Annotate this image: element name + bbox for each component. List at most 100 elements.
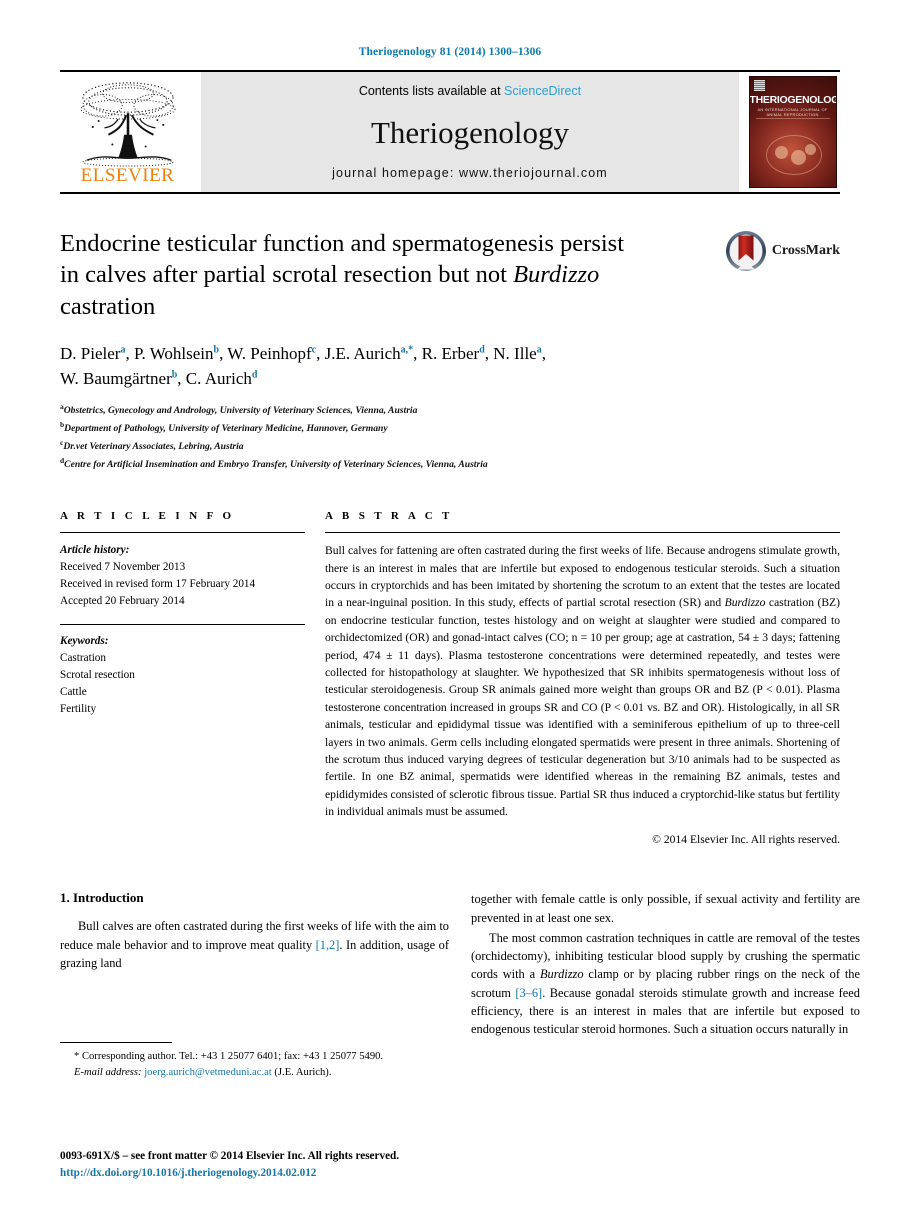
email-owner: (J.E. Aurich). bbox=[274, 1066, 332, 1078]
author-name: D. Pieler bbox=[60, 344, 121, 364]
abstract-part-2: castration (BZ) on endocrine testicular … bbox=[325, 596, 841, 819]
doi-link[interactable]: http://dx.doi.org/10.1016/j.theriogenolo… bbox=[60, 1165, 480, 1182]
abstract-column: A B S T R A C T Bull calves for fattenin… bbox=[325, 510, 840, 846]
article-page: Theriogenology 81 (2014) 1300–1306 ELSEV… bbox=[0, 0, 900, 1230]
footnote-email-line: E-mail address: joerg.aurich@vetmeduni.a… bbox=[60, 1065, 449, 1081]
info-abstract-row: A R T I C L E I N F O Article history: R… bbox=[60, 510, 840, 846]
journal-homepage-link[interactable]: journal homepage: www.theriojournal.com bbox=[332, 166, 608, 180]
author-name: R. Erber bbox=[421, 344, 480, 364]
affiliation-text: Dr.vet Veterinary Associates, Lebring, A… bbox=[63, 440, 244, 452]
history-item: Accepted 20 February 2014 bbox=[60, 595, 185, 608]
author-item: P. Wohlseinb bbox=[134, 344, 219, 363]
section-heading-introduction: 1. Introduction bbox=[60, 890, 144, 906]
cover-cell-illustration bbox=[765, 135, 822, 175]
abstract-text: Bull calves for fattening are often cast… bbox=[325, 542, 840, 820]
contents-available-line: Contents lists available at ScienceDirec… bbox=[359, 84, 581, 98]
author-sep: , bbox=[125, 344, 134, 364]
body-column-left: 1. Introduction Bull calves are often ca… bbox=[60, 890, 449, 1040]
crossmark-badge[interactable]: CrossMark bbox=[725, 230, 840, 272]
affiliation-list: aObstetrics, Gynecology and Andrology, U… bbox=[60, 401, 840, 472]
title-line-2-italic: Burdizzo bbox=[513, 261, 600, 289]
affiliation-text: Obstetrics, Gynecology and Andrology, Un… bbox=[63, 405, 418, 417]
author-sep: , bbox=[177, 368, 186, 388]
elsevier-wordmark: ELSEVIER bbox=[80, 165, 175, 186]
author-name: C. Aurich bbox=[185, 368, 252, 388]
author-affil-mark: a,* bbox=[400, 344, 414, 356]
keyword-item: Cattle bbox=[60, 686, 87, 699]
author-sep: , bbox=[541, 344, 546, 364]
author-name: J.E. Aurich bbox=[324, 344, 401, 364]
author-item: R. Erberd bbox=[422, 344, 485, 363]
page-footer: 0093-691X/$ – see front matter © 2014 El… bbox=[60, 1148, 480, 1182]
page-title: Endocrine testicular function and sperma… bbox=[60, 228, 700, 322]
corresponding-author-footnote: * Corresponding author. Tel.: +43 1 2507… bbox=[60, 1042, 449, 1081]
title-line-1: Endocrine testicular function and sperma… bbox=[60, 230, 625, 257]
author-item: W. Peinhopfc bbox=[227, 344, 316, 363]
author-name: W. Peinhopf bbox=[227, 344, 312, 364]
crossmark-badge-icon[interactable] bbox=[725, 230, 767, 272]
body-column-right: together with female cattle is only poss… bbox=[471, 890, 860, 1040]
author-item: W. Baumgärtnerb bbox=[60, 369, 177, 388]
history-item: Received 7 November 2013 bbox=[60, 561, 186, 574]
cover-journal-subtitle: AN INTERNATIONAL JOURNAL OF ANIMAL REPRO… bbox=[757, 107, 828, 117]
keyword-item: Fertility bbox=[60, 703, 97, 716]
cover-dot bbox=[804, 144, 816, 155]
journal-banner: Contents lists available at ScienceDirec… bbox=[201, 72, 739, 192]
article-history: Article history: Received 7 November 201… bbox=[60, 542, 305, 610]
cover-dot bbox=[774, 146, 788, 159]
affiliation-text: Centre for Artificial Insemination and E… bbox=[64, 458, 488, 470]
title-line-2-prefix: in calves after partial scrotal resectio… bbox=[60, 261, 514, 289]
journal-cover-image: THERIOGENOLOGY AN INTERNATIONAL JOURNAL … bbox=[748, 76, 837, 188]
author-sep: , bbox=[316, 344, 325, 364]
cover-journal-title: THERIOGENOLOGY bbox=[749, 94, 837, 106]
author-item: J.E. Auricha,* bbox=[325, 344, 414, 363]
right-italic-term: Burdizzo bbox=[539, 967, 584, 982]
divider bbox=[60, 624, 305, 626]
author-name: W. Baumgärtner bbox=[60, 368, 172, 388]
divider bbox=[325, 532, 840, 534]
journal-title: Theriogenology bbox=[370, 114, 569, 150]
keyword-item: Castration bbox=[60, 652, 106, 665]
author-sep: , bbox=[413, 344, 422, 364]
citation-ref-3-6[interactable]: [3–6] bbox=[515, 986, 542, 1000]
crossmark-label: CrossMark bbox=[771, 243, 840, 258]
citation-ref-1-2[interactable]: [1,2] bbox=[316, 938, 340, 952]
cover-dot bbox=[790, 150, 806, 165]
affiliation-item: bDepartment of Pathology, University of … bbox=[60, 419, 840, 437]
sciencedirect-link[interactable]: ScienceDirect bbox=[504, 84, 581, 98]
journal-masthead: ELSEVIER Contents lists available at Sci… bbox=[60, 70, 840, 194]
author-item: N. Illea bbox=[493, 344, 541, 363]
author-affil-mark: d bbox=[251, 369, 258, 381]
title-line-3: castration bbox=[60, 292, 156, 320]
abstract-italic-term: Burdizzo bbox=[724, 596, 766, 610]
body-columns: 1. Introduction Bull calves are often ca… bbox=[60, 890, 860, 1040]
keywords-label: Keywords: bbox=[60, 635, 109, 648]
journal-cover-cell: THERIOGENOLOGY AN INTERNATIONAL JOURNAL … bbox=[745, 72, 840, 192]
affiliation-item: dCentre for Artificial Insemination and … bbox=[60, 455, 840, 473]
title-block: Endocrine testicular function and sperma… bbox=[60, 228, 840, 322]
affiliation-text: Department of Pathology, University of V… bbox=[64, 423, 388, 435]
history-item: Received in revised form 17 February 201… bbox=[60, 578, 256, 591]
keyword-item: Scrotal resection bbox=[60, 669, 135, 682]
article-info-column: A R T I C L E I N F O Article history: R… bbox=[60, 510, 305, 846]
article-history-label: Article history: bbox=[60, 544, 130, 557]
intro-paragraph-right-2: The most common castration techniques in… bbox=[471, 929, 860, 1038]
intro-paragraph-left: Bull calves are often castrated during t… bbox=[60, 917, 449, 972]
email-link[interactable]: joerg.aurich@vetmeduni.ac.at bbox=[144, 1067, 272, 1078]
keywords-block: Keywords: Castration Scrotal resection C… bbox=[60, 633, 305, 718]
elsevier-tree-logo-icon bbox=[80, 82, 175, 167]
divider bbox=[60, 532, 305, 534]
affiliation-item: aObstetrics, Gynecology and Andrology, U… bbox=[60, 401, 840, 419]
author-list: D. Pielera, P. Wohlseinb, W. Peinhopfc, … bbox=[60, 342, 740, 391]
footnote-contact-line: * Corresponding author. Tel.: +43 1 2507… bbox=[74, 1051, 384, 1062]
contents-prefix: Contents lists available at bbox=[358, 84, 501, 98]
running-head: Theriogenology 81 (2014) 1300–1306 bbox=[358, 46, 542, 58]
cover-divider bbox=[755, 118, 830, 119]
author-sep: , bbox=[484, 344, 494, 364]
abstract-heading: A B S T R A C T bbox=[325, 510, 453, 523]
footnote-divider bbox=[60, 1042, 172, 1043]
issn-copyright-line: 0093-691X/$ – see front matter © 2014 El… bbox=[60, 1150, 400, 1162]
intro-paragraph-right-continued: together with female cattle is only poss… bbox=[471, 892, 860, 925]
article-info-heading: A R T I C L E I N F O bbox=[60, 510, 235, 523]
author-name: P. Wohlsein bbox=[133, 344, 214, 364]
